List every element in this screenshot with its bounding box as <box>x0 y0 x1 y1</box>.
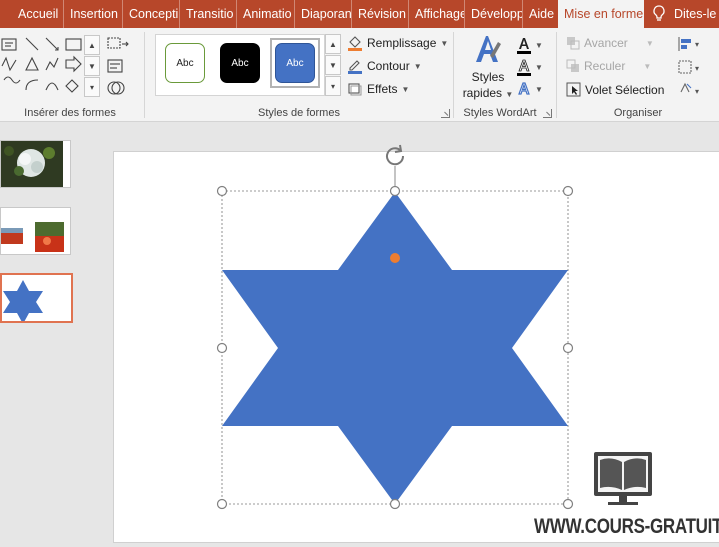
shape-gallery[interactable] <box>0 34 85 104</box>
svg-text:▾: ▾ <box>695 40 699 49</box>
send-backward-button[interactable]: Reculer ▼ <box>566 59 651 73</box>
pen-outline-icon <box>348 60 362 74</box>
send-backward-icon <box>566 59 579 72</box>
shape-outline-button[interactable]: Contour ▼ <box>347 58 422 74</box>
watermark-text: WWW.COURS-GRATUIT.COM <box>534 514 719 538</box>
quick-styles-button[interactable]: Styles rapides ▼ <box>456 34 516 100</box>
chevron-down-icon: ▼ <box>413 61 422 71</box>
book-monitor-logo <box>594 452 652 505</box>
ribbon-tab-bar: Accueil Insertion Concepti Transitio Ani… <box>0 0 719 28</box>
shape-style-outline[interactable]: Abc <box>165 43 205 83</box>
shape-outline-label: Contour <box>367 59 410 73</box>
group-arrange: Avancer ▼ Reculer ▼ Volet Sélection ▾ ▾ ▾ <box>557 28 719 122</box>
tab-developpeur[interactable]: Développ <box>464 0 522 28</box>
align-icon[interactable]: ▾ ▾ ▾ <box>675 34 705 104</box>
tell-me-label: Dites-le <box>674 7 717 21</box>
text-effects-button[interactable]: ▼ <box>516 80 550 98</box>
wordart-a-icon <box>476 36 501 62</box>
chevron-down-icon: ▼ <box>401 84 410 94</box>
bring-forward-label: Avancer <box>584 36 628 50</box>
tab-animations[interactable]: Animatio <box>236 0 294 28</box>
tab-conception[interactable]: Concepti <box>122 0 179 28</box>
bring-forward-button[interactable]: Avancer ▼ <box>566 36 654 50</box>
tab-affichage[interactable]: Affichage <box>408 0 464 28</box>
chevron-down-icon: ▼ <box>535 62 543 72</box>
tab-revision[interactable]: Révision <box>351 0 408 28</box>
star-thumbnail-icon <box>3 280 43 321</box>
tab-aide[interactable]: Aide <box>522 0 556 28</box>
text-fill-icon <box>517 37 531 54</box>
send-backward-label: Reculer <box>584 59 626 73</box>
edit-shape-icon[interactable] <box>104 34 134 104</box>
group-insert-shapes: ▲ ▼ ▾ Insérer des formes <box>0 28 140 122</box>
cours-gratuit-watermark: WWW.COURS-GRATUIT.COM <box>534 448 719 547</box>
shape-style-blue[interactable]: Abc <box>275 43 315 83</box>
hydrangea-photo <box>1 141 70 187</box>
tell-me-box[interactable]: Dites-le <box>644 5 716 23</box>
lightbulb-icon <box>653 5 665 21</box>
wordart-label: Styles WordArt <box>463 107 537 119</box>
styles-more-button[interactable]: ▾ <box>325 76 341 96</box>
wordart-launcher[interactable] <box>543 109 552 118</box>
slide-thumbnail-2[interactable] <box>0 207 71 255</box>
effects-icon <box>348 83 362 96</box>
styles-scroll-down-button[interactable]: ▼ <box>325 55 341 75</box>
tab-transitions[interactable]: Transitio <box>179 0 236 28</box>
shape-style-black[interactable]: Abc <box>220 43 260 83</box>
flowers-photos <box>1 208 70 254</box>
shape-gallery-scroll[interactable]: ▲ ▼ ▾ <box>84 35 100 97</box>
chevron-down-icon: ▼ <box>535 40 543 50</box>
svg-text:▾: ▾ <box>695 64 699 73</box>
text-fill-button[interactable]: ▼ <box>516 36 550 54</box>
powerpoint-window: Accueil Insertion Concepti Transitio Ani… <box>0 0 719 547</box>
chevron-down-icon: ▼ <box>440 38 449 48</box>
shape-fill-button[interactable]: Remplissage ▼ <box>347 35 448 51</box>
shape-styles-label: Styles de formes <box>258 107 340 119</box>
chevron-down-icon: ▼ <box>505 90 514 99</box>
svg-text:▾: ▾ <box>695 87 699 96</box>
chevron-down-icon: ▼ <box>535 84 543 94</box>
shape-styles-gallery: Abc Abc Abc <box>155 34 325 96</box>
selection-pane-label: Volet Sélection <box>585 82 665 97</box>
tab-insertion[interactable]: Insertion <box>63 0 122 28</box>
quick-styles-label-1: Styles <box>471 70 505 84</box>
paint-bucket-icon <box>348 36 362 51</box>
bring-forward-icon <box>567 37 580 50</box>
quick-styles-label-2: rapides <box>462 86 503 100</box>
selection-pane-icon <box>566 82 581 97</box>
group-wordart: Styles rapides ▼ ▼ ▼ ▼ Styles WordArt <box>454 28 554 122</box>
slide-thumbnail-3-selected[interactable] <box>0 273 73 323</box>
tab-diaporama[interactable]: Diaporan <box>294 0 351 28</box>
styles-scroll-up-button[interactable]: ▲ <box>325 34 341 54</box>
slide-thumbnail-1[interactable] <box>0 140 71 188</box>
styles-gallery-scroll: ▲ ▼ ▾ <box>325 34 341 96</box>
shape-styles-launcher[interactable] <box>441 109 450 118</box>
shapes-scroll-up-button[interactable]: ▲ <box>84 35 100 55</box>
shapes-scroll-down-button[interactable]: ▼ <box>84 56 100 76</box>
shape-effects-label: Effets <box>367 82 398 96</box>
text-effects-icon <box>518 81 530 95</box>
text-outline-icon <box>517 59 531 76</box>
slide-thumbnail-panel <box>0 123 100 547</box>
ribbon-panel: ▲ ▼ ▾ Insérer des formes Abc Abc Abc ▲ ▼… <box>0 28 719 122</box>
group-separator <box>144 32 145 118</box>
chevron-down-icon: ▼ <box>643 61 652 71</box>
shape-effects-button[interactable]: Effets ▼ <box>347 81 409 97</box>
selection-pane-button[interactable]: Volet Sélection <box>566 82 664 97</box>
shape-fill-label: Remplissage <box>367 36 437 50</box>
chevron-down-icon: ▼ <box>645 38 654 48</box>
tab-accueil[interactable]: Accueil <box>0 0 63 28</box>
group-shape-styles: Abc Abc Abc ▲ ▼ ▾ Remplissage ▼ Contour … <box>146 28 452 122</box>
shapes-more-button[interactable]: ▾ <box>84 77 100 97</box>
text-outline-button[interactable]: ▼ <box>516 58 550 76</box>
insert-shapes-label: Insérer des formes <box>24 107 116 119</box>
tab-mise-en-forme[interactable]: Mise en forme <box>558 0 644 28</box>
arrange-label: Organiser <box>613 107 663 119</box>
